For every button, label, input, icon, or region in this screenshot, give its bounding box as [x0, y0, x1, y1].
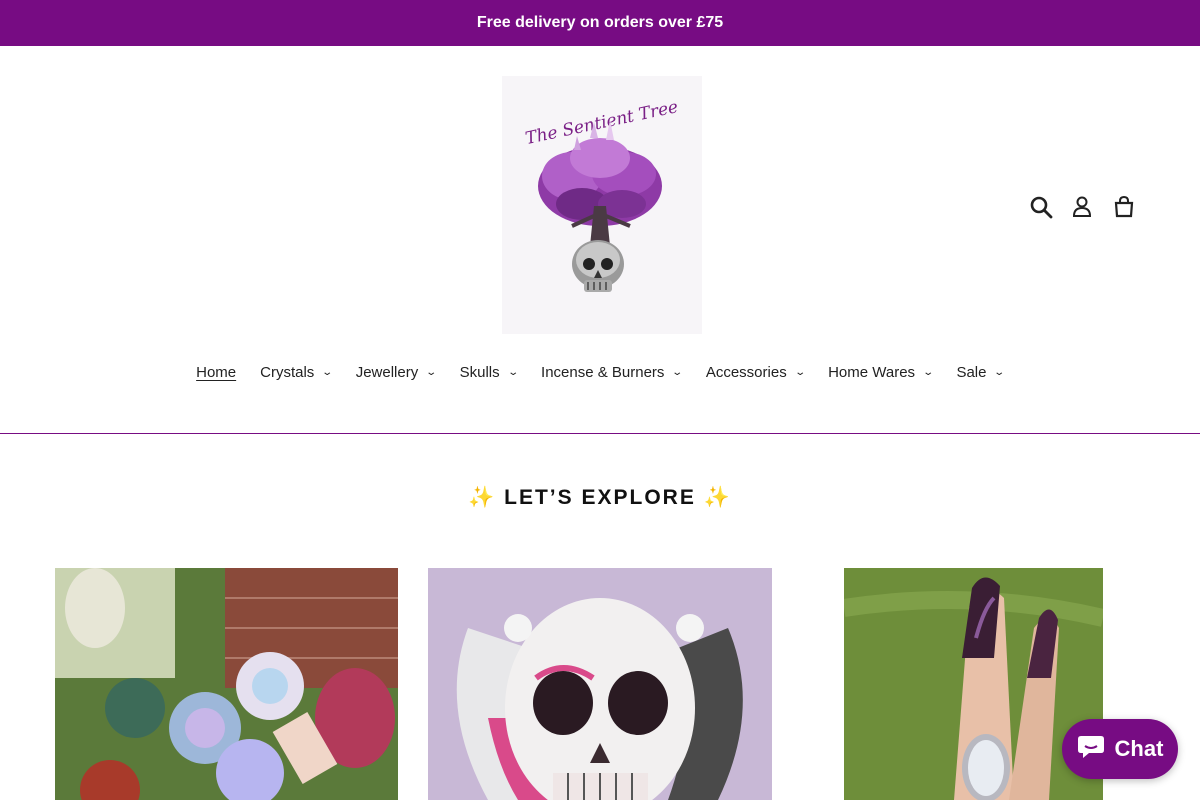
main-nav: Home Crystals ⌄ Jewellery ⌄ Skulls ⌄ Inc…: [0, 358, 1200, 386]
nav-item-label: Home: [196, 363, 237, 381]
nav-item-label: Home Wares: [828, 363, 916, 381]
nav-item-skulls[interactable]: Skulls ⌄: [448, 358, 529, 386]
collection-tile-jewellery[interactable]: [844, 568, 1103, 800]
nav-item-label: Crystals: [260, 363, 315, 381]
crystal-roses-image: [55, 568, 398, 800]
user-icon[interactable]: [1069, 194, 1095, 220]
nav-item-label: Incense & Burners: [541, 363, 665, 381]
chevron-down-icon: ⌄: [506, 366, 519, 378]
moonstone-ring-image: [844, 568, 1103, 800]
sentient-tree-logo-image: The Sentient Tree: [524, 97, 680, 292]
nav-item-home[interactable]: Home: [184, 358, 248, 386]
chevron-down-icon: ⌄: [993, 366, 1006, 378]
collection-tile-skulls[interactable]: [428, 568, 772, 800]
section-title: ✨ LET’S EXPLORE ✨: [468, 486, 732, 509]
nav-item-incense-burners[interactable]: Incense & Burners ⌄: [529, 358, 694, 386]
chat-button[interactable]: Chat: [1062, 719, 1178, 779]
nav-item-sale[interactable]: Sale ⌄: [944, 358, 1015, 386]
nav-item-label: Accessories: [705, 363, 787, 381]
chevron-down-icon: ⌄: [671, 366, 684, 378]
nav-item-jewellery[interactable]: Jewellery ⌄: [344, 358, 448, 386]
header-icons: [1028, 194, 1148, 220]
site-logo[interactable]: The Sentient Tree: [502, 76, 702, 334]
chat-label: Chat: [1114, 736, 1164, 761]
announcement-bar: Free delivery on orders over £75: [0, 0, 1200, 46]
nav-item-home-wares[interactable]: Home Wares ⌄: [816, 358, 944, 386]
nav-item-label: Sale: [956, 363, 987, 381]
collection-tile-crystal-roses[interactable]: [55, 568, 398, 800]
nav-item-accessories[interactable]: Accessories ⌄: [694, 358, 816, 386]
nav-item-label: Jewellery: [355, 363, 419, 381]
header-divider: [0, 433, 1200, 434]
chevron-down-icon: ⌄: [794, 366, 806, 378]
announcement-text: Free delivery on orders over £75: [476, 14, 724, 31]
chat-bubble-icon: [1077, 732, 1107, 766]
nav-item-label: Skulls: [459, 363, 500, 381]
cart-icon[interactable]: [1111, 194, 1137, 220]
chevron-down-icon: ⌄: [321, 366, 334, 378]
chevron-down-icon: ⌄: [425, 366, 438, 378]
harley-skull-image: [428, 568, 772, 800]
chevron-down-icon: ⌄: [922, 366, 935, 378]
nav-item-crystals[interactable]: Crystals ⌄: [248, 358, 344, 386]
search-icon[interactable]: [1028, 194, 1054, 220]
